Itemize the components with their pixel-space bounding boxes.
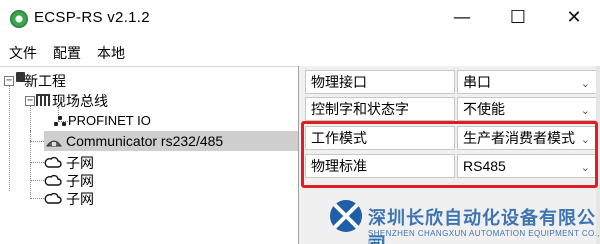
select-value: 生产者消费者模式 bbox=[463, 130, 575, 146]
select-value: 串口 bbox=[463, 74, 491, 90]
tree-item-subnet-2[interactable]: 子网 bbox=[44, 171, 94, 191]
company-logo-icon bbox=[330, 200, 362, 232]
menu-config[interactable]: 配置 bbox=[53, 43, 81, 63]
physical-standard-select[interactable]: RS485 ⌄ bbox=[457, 154, 597, 178]
physical-interface-select[interactable]: 串口 ⌄ bbox=[457, 70, 597, 94]
window-title: ECSP-RS v2.1.2 bbox=[34, 9, 150, 26]
chevron-down-icon: ⌄ bbox=[580, 104, 590, 117]
minimize-button[interactable]: — bbox=[440, 4, 484, 32]
chevron-down-icon: ⌄ bbox=[580, 77, 590, 90]
property-row: 物理标准 RS485 ⌄ bbox=[303, 154, 599, 178]
tree-item-communicator[interactable]: Communicator rs232/485 bbox=[44, 131, 298, 151]
device-tree: − 新工程 − 现场总线 PROFINET IO Communicator rs… bbox=[0, 66, 298, 244]
tree-item-project[interactable]: 新工程 bbox=[24, 71, 66, 91]
property-label: 物理接口 bbox=[305, 70, 455, 94]
property-row: 工作模式 生产者消费者模式 ⌄ bbox=[303, 126, 599, 150]
communicator-icon bbox=[46, 140, 62, 147]
menu-local[interactable]: 本地 bbox=[97, 43, 125, 63]
tree-line bbox=[9, 81, 10, 191]
close-button[interactable]: ✕ bbox=[552, 4, 596, 32]
select-value: 不使能 bbox=[463, 101, 505, 117]
tree-item-fieldbus[interactable]: 现场总线 bbox=[38, 91, 108, 111]
property-label: 控制字和状态字 bbox=[305, 97, 455, 121]
title-bar: ECSP-RS v2.1.2 — ☐ ✕ bbox=[0, 0, 600, 36]
maximize-button[interactable]: ☐ bbox=[496, 4, 540, 32]
property-row: 物理接口 串口 ⌄ bbox=[303, 70, 599, 94]
property-row: 控制字和状态字 不使能 ⌄ bbox=[303, 97, 599, 121]
chevron-down-icon: ⌄ bbox=[580, 133, 590, 146]
expand-fieldbus-toggle[interactable]: − bbox=[25, 96, 35, 106]
expand-project-toggle[interactable]: − bbox=[4, 76, 14, 86]
chevron-down-icon: ⌄ bbox=[580, 161, 590, 174]
tree-item-subnet-1[interactable]: 子网 bbox=[44, 153, 94, 173]
property-label: 物理标准 bbox=[305, 154, 455, 178]
tree-item-subnet-3[interactable]: 子网 bbox=[44, 189, 94, 209]
property-label: 工作模式 bbox=[305, 126, 455, 150]
menu-bar: 文件 配置 本地 bbox=[0, 36, 600, 66]
profinet-icon bbox=[54, 116, 66, 126]
app-icon bbox=[10, 10, 28, 28]
select-value: RS485 bbox=[463, 158, 506, 174]
control-status-word-select[interactable]: 不使能 ⌄ bbox=[457, 97, 597, 121]
tree-item-profinet[interactable]: PROFINET IO bbox=[68, 111, 151, 131]
menu-file[interactable]: 文件 bbox=[9, 43, 37, 63]
work-mode-select[interactable]: 生产者消费者模式 ⌄ bbox=[457, 126, 597, 150]
watermark-company-name-en: SHENZHEN CHANGXUN AUTOMATION EQUIPMENT C… bbox=[368, 229, 600, 244]
tree-line bbox=[30, 131, 31, 199]
